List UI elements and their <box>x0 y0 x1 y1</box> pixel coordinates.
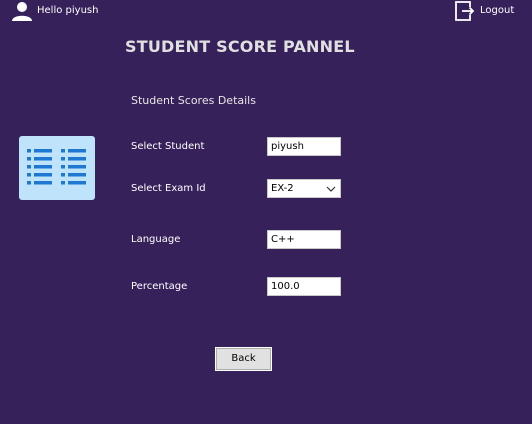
percentage-field[interactable] <box>267 277 341 296</box>
logout-label: Logout <box>480 5 515 16</box>
language-label: Language <box>131 234 181 245</box>
exam-id-select[interactable]: EX-2 <box>267 179 341 198</box>
list-icon <box>19 136 95 200</box>
exam-id-value: EX-2 <box>271 183 294 194</box>
greeting-text: Hello piyush <box>37 5 99 16</box>
chevron-down-icon <box>326 186 336 192</box>
student-label: Select Student <box>131 141 205 152</box>
exam-id-label: Select Exam Id <box>131 183 206 194</box>
student-field[interactable] <box>267 137 341 156</box>
language-field[interactable] <box>267 230 341 249</box>
page-title: STUDENT SCORE PANNEL <box>125 37 355 56</box>
percentage-label: Percentage <box>131 281 188 292</box>
back-button[interactable]: Back <box>215 347 272 371</box>
logout-icon <box>455 1 475 21</box>
section-title: Student Scores Details <box>131 94 256 107</box>
user-icon <box>12 2 32 21</box>
